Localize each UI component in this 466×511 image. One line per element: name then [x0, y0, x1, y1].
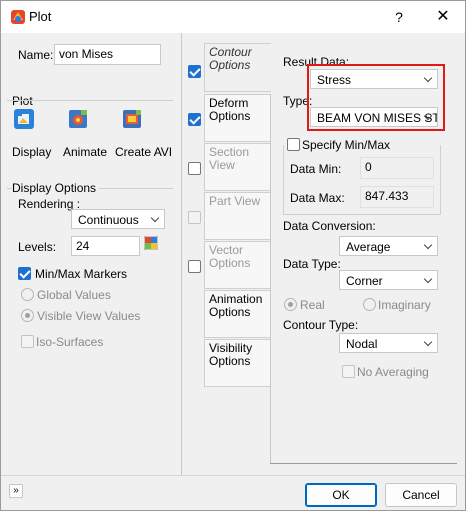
tab-animation-options[interactable]: Animation Options	[204, 290, 271, 338]
no-averaging-checkbox[interactable]	[342, 365, 355, 378]
window-title: Plot	[29, 9, 52, 24]
chevron-down-icon	[423, 240, 433, 250]
contour-type-label: Contour Type:	[283, 318, 359, 332]
deform-options-checkbox[interactable]	[188, 113, 201, 126]
name-label: Name:	[18, 48, 54, 62]
data-max-label: Data Max:	[290, 191, 345, 205]
no-averaging-label: No Averaging	[357, 365, 429, 379]
minmax-markers-checkbox[interactable]	[18, 267, 31, 280]
rendering-value: Continuous	[78, 213, 139, 227]
type-select[interactable]: BEAM VON MISES STRI	[310, 107, 438, 127]
tab-section-view[interactable]: Section View	[204, 143, 271, 191]
display-icon[interactable]	[13, 108, 35, 130]
chevron-down-icon	[423, 337, 433, 347]
minmax-markers-label: Min/Max Markers	[35, 267, 128, 281]
chevron-down-icon	[150, 213, 160, 223]
chevron-down-icon	[423, 274, 433, 284]
tab-part-view[interactable]: Part View	[204, 192, 271, 240]
tab-label: Part View	[209, 194, 261, 208]
tab-contour-options[interactable]: Contour Options	[204, 43, 271, 92]
title-bar: Plot ? ✕	[1, 1, 465, 33]
type-value: BEAM VON MISES STRI	[317, 111, 437, 125]
create-avi-label[interactable]: Create AVI	[115, 145, 172, 159]
vector-options-checkbox[interactable]	[188, 260, 201, 273]
iso-surfaces-label: Iso-Surfaces	[36, 335, 104, 349]
tab-visibility-options[interactable]: Visibility Options	[204, 339, 271, 387]
data-type-select[interactable]: Corner	[339, 270, 438, 290]
display-options-label: Display Options	[12, 181, 100, 195]
part-view-checkbox[interactable]	[188, 211, 201, 224]
help-button[interactable]: ?	[389, 6, 409, 28]
data-conversion-label: Data Conversion:	[283, 219, 376, 233]
tab-label: Options	[209, 58, 251, 72]
real-radio[interactable]	[284, 298, 297, 311]
cancel-button[interactable]: Cancel	[385, 483, 457, 507]
levels-label: Levels:	[18, 240, 57, 254]
data-type-value: Corner	[346, 274, 383, 288]
imaginary-label: Imaginary	[378, 298, 431, 312]
plot-dialog: Plot ? ✕ Name: von Mises Plot Display An…	[0, 0, 466, 511]
result-data-value: Stress	[317, 73, 352, 87]
global-values-label: Global Values	[37, 288, 111, 302]
chevron-down-icon	[423, 73, 433, 83]
global-values-radio[interactable]	[21, 288, 34, 301]
data-min-input[interactable]: 0	[360, 157, 434, 179]
contour-type-value: Nodal	[346, 337, 378, 351]
ok-button[interactable]: OK	[305, 483, 377, 507]
name-input[interactable]: von Mises	[54, 44, 161, 65]
expand-button[interactable]: »	[9, 484, 23, 498]
data-conversion-select[interactable]: Average	[339, 236, 438, 256]
panel-separator	[181, 33, 182, 475]
content-panel-bottom	[270, 463, 457, 464]
close-button[interactable]: ✕	[431, 6, 455, 28]
display-label[interactable]: Display	[12, 145, 51, 159]
tab-label: Options	[209, 109, 251, 123]
contour-type-select[interactable]: Nodal	[339, 333, 438, 353]
create-avi-icon[interactable]	[121, 108, 143, 130]
result-data-select[interactable]: Stress	[310, 69, 438, 89]
animate-label[interactable]: Animate	[63, 145, 107, 159]
footer-divider	[1, 475, 465, 476]
tab-label: Options	[209, 256, 251, 270]
tab-vector-options[interactable]: Vector Options	[204, 241, 271, 289]
imaginary-radio[interactable]	[363, 298, 376, 311]
contour-options-checkbox[interactable]	[188, 65, 201, 78]
data-type-label: Data Type:	[283, 257, 341, 271]
animate-icon[interactable]	[67, 108, 89, 130]
real-label: Real	[300, 298, 325, 312]
visible-view-values-radio[interactable]	[21, 309, 34, 322]
rendering-select[interactable]: Continuous	[71, 209, 165, 229]
section-view-checkbox[interactable]	[188, 162, 201, 175]
levels-input[interactable]: 24	[71, 236, 140, 256]
app-logo-icon	[11, 10, 25, 24]
tab-label: Section View	[209, 145, 250, 172]
tab-label: Options	[209, 354, 251, 368]
iso-surfaces-checkbox[interactable]	[21, 335, 34, 348]
data-max-input[interactable]: 847.433	[360, 186, 434, 208]
content-panel-border	[270, 94, 271, 464]
data-min-label: Data Min:	[290, 162, 342, 176]
tab-label: Options	[209, 305, 251, 319]
visible-view-values-label: Visible View Values	[37, 309, 141, 323]
data-conversion-value: Average	[346, 240, 391, 254]
tab-deform-options[interactable]: Deform Options	[204, 94, 271, 142]
color-palette-icon[interactable]	[144, 236, 158, 250]
